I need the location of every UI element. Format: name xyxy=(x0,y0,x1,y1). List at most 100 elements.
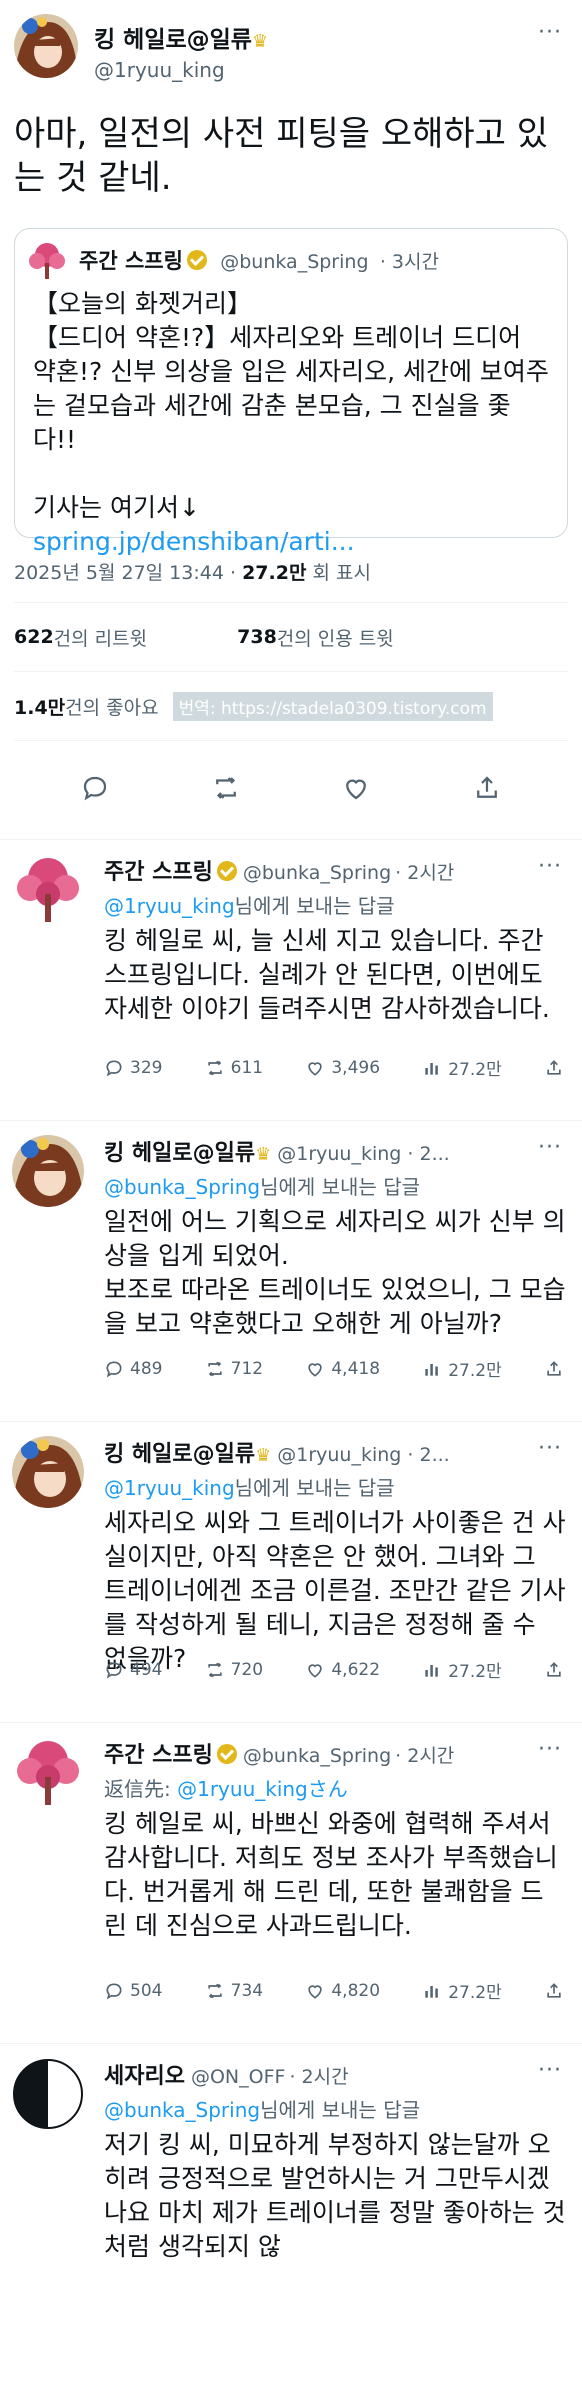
like-icon xyxy=(308,1663,323,1678)
reply-list: 주간 스프링 @bunka_Spring · 2시간 ··· @1ryuu_king님에… xyxy=(0,839,582,2384)
reply-item[interactable]: 킹 헤일로@일류♛ @1ryuu_king · 2... ··· @bunka_Spr… xyxy=(0,1120,582,1421)
reply-to: @bunka_Spring님에게 보내는 답글 xyxy=(104,2094,420,2123)
avatar[interactable] xyxy=(12,1436,84,1508)
retweets-count[interactable]: 622 xyxy=(14,626,54,648)
share-icon xyxy=(547,1661,561,1677)
reply-item[interactable]: 주간 스프링 @bunka_Spring · 2시간 ··· 返信先: @1ryuu_k… xyxy=(0,1722,582,2043)
retweet-count-button[interactable]: 611 xyxy=(205,1058,263,1078)
reply-to-handle[interactable]: @1ryuu_king xyxy=(104,1476,235,1500)
share-icon xyxy=(547,1982,561,1998)
like-count-button[interactable]: 3,496 xyxy=(305,1058,380,1078)
retweet-icon xyxy=(208,1060,222,1075)
share-icon[interactable] xyxy=(472,773,502,807)
retweet-count-button[interactable]: 720 xyxy=(205,1660,263,1680)
more-options-icon[interactable]: ··· xyxy=(538,20,562,45)
more-options-icon[interactable]: ··· xyxy=(538,1737,562,1762)
quoted-tweet[interactable]: 주간 스프링 @bunka_Spring · 3시간 【오늘의 화젯거리】 【드… xyxy=(14,228,568,556)
reply-actions: 504 734 4,820 27.2만 xyxy=(104,1978,564,2003)
reply-text: 저기 킹 씨, 미묘하게 부정하지 않는달까 오히려 긍정적으로 발언하시는 거… xyxy=(104,2130,566,2261)
views-count-button[interactable]: 27.2만 xyxy=(422,1657,502,1682)
author-handle[interactable]: @1ryuu_king xyxy=(94,58,225,82)
author-name[interactable]: 킹 헤일로@일류♛ xyxy=(94,20,268,54)
tweet-actions xyxy=(0,741,582,839)
share-button[interactable] xyxy=(544,1981,564,2001)
reply-author[interactable]: 킹 헤일로@일류♛ @1ryuu_king · 2... xyxy=(104,1135,450,1167)
avatar[interactable] xyxy=(12,854,84,926)
reply-author[interactable]: 세자리오 @ON_OFF · 2시간 xyxy=(104,2058,349,2090)
reply-author-name: 주간 스프링 xyxy=(104,860,213,885)
reply-author[interactable]: 주간 스프링 @bunka_Spring · 2시간 xyxy=(104,1737,454,1769)
retweet-icon[interactable] xyxy=(211,773,241,807)
retweet-icon xyxy=(208,1662,222,1677)
retweet-count: 734 xyxy=(230,1980,264,2001)
quoted-handle: @bunka_Spring xyxy=(220,251,369,273)
reply-icon[interactable] xyxy=(80,773,110,807)
quoted-avatar xyxy=(27,241,67,281)
avatar[interactable] xyxy=(12,2058,84,2130)
reply-to-handle[interactable]: @bunka_Spring xyxy=(104,1175,260,1199)
retweet-icon xyxy=(208,1983,222,1998)
views-count-button[interactable]: 27.2만 xyxy=(422,1055,502,1080)
reply-author[interactable]: 킹 헤일로@일류♛ @1ryuu_king · 2... xyxy=(104,1436,450,1468)
views-icon xyxy=(425,1664,439,1677)
views-count: 27.2만 xyxy=(448,1983,502,2003)
reply-author[interactable]: 주간 스프링 @bunka_Spring · 2시간 xyxy=(104,854,454,886)
likes-label[interactable]: 건의 좋아요 xyxy=(65,693,158,720)
views-count-button[interactable]: 27.2만 xyxy=(422,1356,502,1381)
avatar[interactable] xyxy=(14,14,78,78)
like-count: 4,418 xyxy=(331,1358,381,1379)
share-button[interactable] xyxy=(544,1058,564,1078)
views-count-button[interactable]: 27.2만 xyxy=(422,1978,502,2003)
more-options-icon[interactable]: ··· xyxy=(538,2058,562,2083)
views-label: 회 표시 xyxy=(306,562,371,584)
reply-handle: @1ryuu_king · 2... xyxy=(277,1444,450,1466)
share-button[interactable] xyxy=(544,1660,564,1680)
reply-author-name: 킹 헤일로@일류 xyxy=(104,1141,256,1166)
avatar[interactable] xyxy=(12,1135,84,1207)
verified-badge-icon xyxy=(216,1744,237,1764)
reply-actions: 494 720 4,622 27.2만 xyxy=(104,1657,564,1682)
views-icon xyxy=(425,1363,439,1376)
reply-item[interactable]: 주간 스프링 @bunka_Spring · 2시간 ··· @1ryuu_king님에… xyxy=(0,839,582,1120)
quotes-label[interactable]: 건의 인용 트윗 xyxy=(277,624,394,651)
like-count-button[interactable]: 4,418 xyxy=(305,1359,380,1379)
reply-to-handle[interactable]: @bunka_Spring xyxy=(104,2098,260,2122)
like-count-button[interactable]: 4,622 xyxy=(305,1660,380,1680)
tweet-text: 아마, 일전의 사전 피팅을 오해하고 있는 것 같네. xyxy=(14,114,549,198)
reply-to-handle[interactable]: @1ryuu_king xyxy=(104,894,235,918)
retweets-label[interactable]: 건의 리트윗 xyxy=(54,624,147,651)
reply-count-button[interactable]: 504 xyxy=(104,1981,162,2001)
verified-badge-icon xyxy=(216,861,237,881)
reply-count-button[interactable]: 489 xyxy=(104,1359,162,1379)
reply-to-prefix: 返信先: xyxy=(104,1777,178,1801)
avatar[interactable] xyxy=(12,1737,84,1809)
reply-to-suffix: 님에게 보내는 답글 xyxy=(260,2098,420,2122)
reply-to-handle[interactable]: @1ryuu_kingさん xyxy=(177,1777,348,1801)
like-icon xyxy=(308,1984,323,1999)
likes-count[interactable]: 1.4만 xyxy=(14,693,65,720)
more-options-icon[interactable]: ··· xyxy=(538,1436,562,1461)
quoted-header: 주간 스프링 @bunka_Spring · 3시간 xyxy=(79,245,439,275)
author-name-text: 킹 헤일로@일류 xyxy=(94,27,252,53)
reply-text: 킹 헤일로 씨, 늘 신세 지고 있습니다. 주간 스프링입니다. 실례가 안 … xyxy=(104,926,552,1023)
like-icon[interactable] xyxy=(341,773,371,807)
reply-author-name: 주간 스프링 xyxy=(104,1743,213,1768)
reply-item[interactable]: 킹 헤일로@일류♛ @1ryuu_king · 2... ··· @1ryuu_kin… xyxy=(0,1421,582,1722)
retweet-count-button[interactable]: 734 xyxy=(205,1981,263,2001)
share-button[interactable] xyxy=(544,1359,564,1379)
more-options-icon[interactable]: ··· xyxy=(538,854,562,879)
reply-to: @bunka_Spring님에게 보내는 답글 xyxy=(104,1171,420,1200)
retweet-count-button[interactable]: 712 xyxy=(205,1359,263,1379)
retweet-count: 712 xyxy=(230,1358,264,1379)
quoted-link[interactable]: spring.jp/denshiban/arti... xyxy=(33,527,355,556)
reply-item[interactable]: 세자리오 @ON_OFF · 2시간 ··· @bunka_Spring님에게 보내는 … xyxy=(0,2043,582,2384)
crown-icon: ♛ xyxy=(251,31,269,52)
quotes-count[interactable]: 738 xyxy=(237,626,277,648)
like-icon xyxy=(308,1061,323,1076)
reply-count-button[interactable]: 329 xyxy=(104,1058,162,1078)
reply-count-button[interactable]: 494 xyxy=(104,1660,162,1680)
tweet-datetime[interactable]: 2025년 5월 27일 13:44 · xyxy=(14,562,242,584)
more-options-icon[interactable]: ··· xyxy=(538,1135,562,1160)
reply-time: · 2시간 xyxy=(395,862,455,884)
like-count-button[interactable]: 4,820 xyxy=(305,1981,380,2001)
